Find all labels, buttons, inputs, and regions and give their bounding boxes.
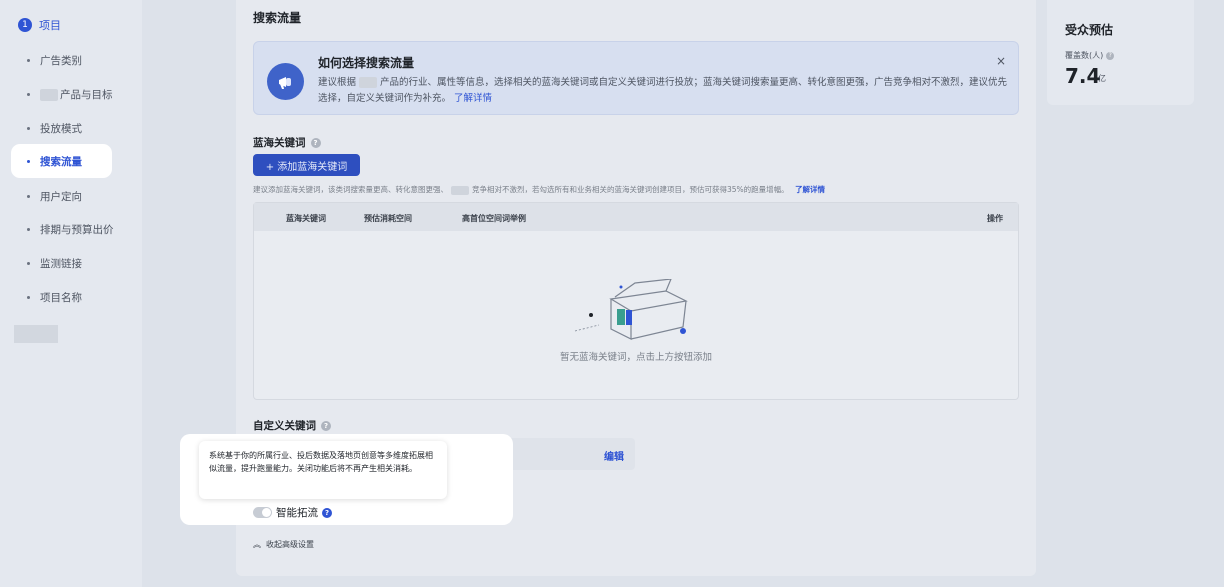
- sidebar-item-project-name[interactable]: 项目名称: [27, 290, 82, 305]
- audience-estimate-card: 受众预估 覆盖数(人) ? 7.4 亿: [1047, 0, 1194, 105]
- add-blue-ocean-keyword-button[interactable]: + 添加蓝海关键词: [253, 154, 360, 176]
- coverage-value: 7.4: [1065, 64, 1101, 88]
- bullet-icon: [27, 59, 30, 62]
- bullet-icon: [27, 262, 30, 265]
- audience-title: 受众预估: [1065, 23, 1114, 37]
- learn-more-link[interactable]: 了解详情: [454, 93, 492, 104]
- banner-title: 如何选择搜索流量: [318, 56, 415, 70]
- sidebar-item-label: 监测链接: [40, 258, 82, 270]
- bullet-icon: [27, 228, 30, 231]
- column-header: 高首位空间词举例: [462, 214, 526, 223]
- bullet-icon: [27, 159, 30, 163]
- section-title-text: 蓝海关键词: [253, 137, 306, 149]
- sidebar-item-schedule-budget[interactable]: 排期与预算出价: [27, 222, 114, 237]
- step-header: 1 项目: [18, 17, 61, 33]
- banner-text: 建议根据 产品的行业、属性等信息，选择相关的蓝海关键词或自定义关键词进行投放；蓝海…: [318, 75, 1008, 107]
- smart-expand-tooltip: 系统基于你的所属行业、投后数据及落地页创意等多维度拓展相似流量，提升跑量能力。关…: [199, 441, 447, 499]
- sidebar-item-product-goal[interactable]: 产品与目标: [27, 87, 113, 102]
- banner-text-part: 产品的行业、属性等信息，选择相关的蓝海关键词或自定义关键词进行投放；蓝海关键词搜…: [318, 77, 1008, 104]
- sidebar-item-user-targeting[interactable]: 用户定向: [27, 189, 82, 204]
- empty-box-illustration: [574, 279, 688, 340]
- coverage-unit: 亿: [1098, 74, 1106, 83]
- question-icon[interactable]: ?: [322, 507, 332, 518]
- sidebar-item-label: 用户定向: [40, 191, 82, 203]
- sidebar-item-search-traffic[interactable]: 搜索流量: [11, 144, 112, 178]
- bullet-icon: [27, 93, 30, 96]
- chevron-up-icon: ︽: [253, 540, 261, 549]
- collapse-label: 收起高级设置: [266, 540, 314, 549]
- edit-custom-keyword-link[interactable]: 编辑: [604, 448, 624, 463]
- redacted-block: [359, 77, 378, 88]
- step-label: 项目: [39, 19, 61, 32]
- section-title-custom: 自定义关键词 ?: [253, 418, 331, 433]
- sidebar-item-delivery-mode[interactable]: 投放模式: [27, 121, 82, 136]
- hint-text: 竞争相对不激烈，若勾选所有和业务相关的蓝海关键词创建项目，预估可获得35%的跑量…: [472, 185, 789, 194]
- help-icon[interactable]: ?: [1106, 51, 1115, 60]
- sidebar: 1 项目 广告类别 产品与目标 投放模式 搜索流量 用户定向 排期与预算出价 监…: [0, 0, 142, 587]
- section-title-blue-ocean: 蓝海关键词 ?: [253, 135, 321, 150]
- bullet-icon: [27, 195, 30, 198]
- sidebar-item-ad-category[interactable]: 广告类别: [27, 53, 82, 68]
- hint-text: 建议添加蓝海关键词，该类词搜索量更高、转化意图更强、: [253, 185, 448, 194]
- bullet-icon: [27, 296, 30, 299]
- step-number-badge: 1: [18, 18, 32, 32]
- bullet-icon: [27, 127, 30, 130]
- sidebar-item-label: 项目名称: [40, 292, 82, 304]
- empty-state-text: 暂无蓝海关键词，点击上方按钮添加: [559, 352, 712, 363]
- section-title-text: 自定义关键词: [253, 420, 316, 432]
- coverage-label-text: 覆盖数(人): [1065, 51, 1104, 60]
- empty-state: 暂无蓝海关键词，点击上方按钮添加: [254, 279, 1018, 363]
- smart-expand-row: 智能拓流 ?: [253, 505, 332, 520]
- column-header: 预估消耗空间: [364, 214, 412, 223]
- column-header: 操作: [987, 214, 1003, 223]
- blue-ocean-hint: 建议添加蓝海关键词，该类词搜索量更高、转化意图更强、 竞争相对不激烈，若勾选所有和…: [253, 184, 825, 195]
- close-icon[interactable]: ×: [996, 54, 1006, 68]
- banner-text-part: 建议根据: [318, 77, 357, 88]
- learn-more-link[interactable]: 了解详情: [795, 185, 825, 194]
- column-header: 蓝海关键词: [286, 214, 326, 223]
- info-banner: 如何选择搜索流量 建议根据 产品的行业、属性等信息，选择相关的蓝海关键词或自定义关…: [253, 41, 1019, 115]
- sidebar-item-label: 广告类别: [40, 55, 82, 67]
- smart-expand-label: 智能拓流: [276, 507, 318, 519]
- megaphone-icon: [267, 63, 304, 100]
- redacted-block: [451, 185, 469, 195]
- sidebar-item-label: 产品与目标: [60, 89, 113, 101]
- collapse-advanced-settings[interactable]: ︽ 收起高级设置: [253, 539, 314, 550]
- redacted-block: [40, 88, 58, 101]
- help-icon[interactable]: ?: [321, 420, 331, 431]
- sidebar-item-tracking-link[interactable]: 监测链接: [27, 256, 82, 271]
- help-icon[interactable]: ?: [310, 137, 321, 148]
- redacted-block: [14, 325, 58, 343]
- sidebar-item-label: 搜索流量: [40, 155, 82, 168]
- sidebar-item-label: 排期与预算出价: [40, 224, 114, 236]
- table-header: 蓝海关键词 预估消耗空间 高首位空间词举例 操作: [254, 203, 1018, 231]
- page-title: 搜索流量: [253, 11, 302, 25]
- smart-expand-toggle[interactable]: [253, 507, 272, 518]
- blue-ocean-keyword-table: 蓝海关键词 预估消耗空间 高首位空间词举例 操作 暂无蓝海关键词，点击上方按钮添…: [253, 202, 1019, 400]
- sidebar-item-label: 投放模式: [40, 123, 82, 135]
- coverage-label: 覆盖数(人) ?: [1065, 50, 1115, 61]
